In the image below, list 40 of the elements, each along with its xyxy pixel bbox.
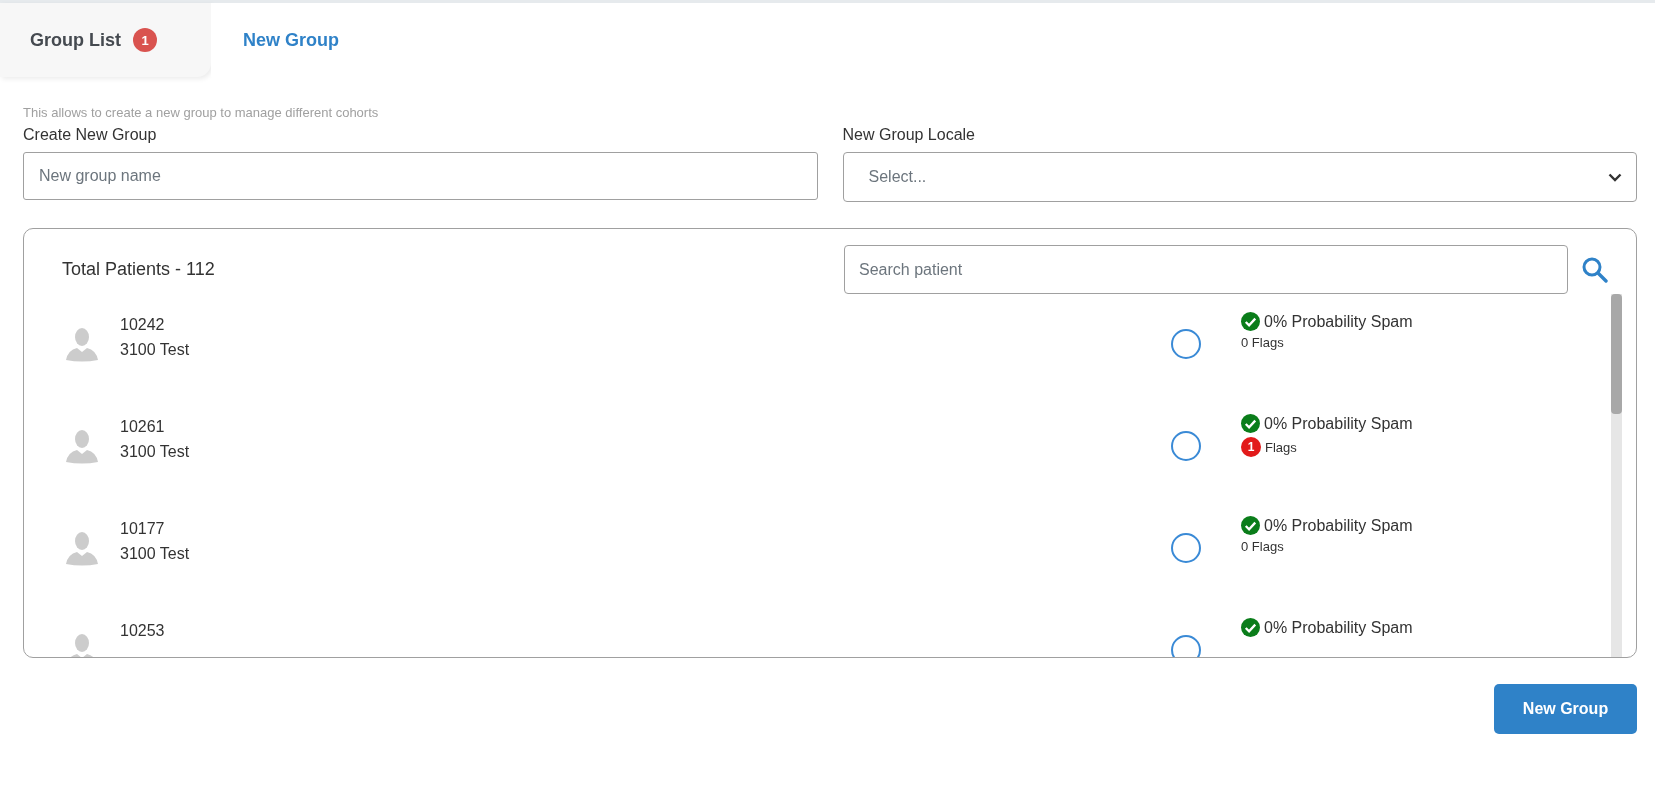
flag-count-badge: 1 [1241,437,1261,457]
search-field[interactable]: Search patient [844,245,1568,294]
flags-label: Flags [1265,439,1297,455]
radio-button[interactable] [1171,329,1201,359]
spam-probability: 0% Probability Spam [1264,516,1413,535]
radio-button[interactable] [1171,431,1201,461]
patient-name: 3100 Test [120,442,191,462]
flags-count: 0 Flags [1241,539,1284,554]
tab[interactable]: Group List 1 [0,3,211,77]
spam-probability: 0% Probability Spam [1264,618,1413,637]
total-count: Total Patients - 112 [62,259,216,280]
locale-dropdown[interactable]: Select... [842,152,1637,202]
patient-name: 3100 Test [120,340,191,360]
avatar-silhouette-icon [64,326,100,362]
check-circle-icon [1241,414,1260,433]
radio-button[interactable] [1171,533,1201,563]
radio-button[interactable] [1171,635,1201,657]
flags-count: 0 Flags [1241,335,1284,350]
patient-name: 3100 Test [120,544,191,564]
avatar-silhouette-icon [64,530,100,566]
patient-id: 10177 [120,519,166,539]
scrollbar[interactable] [1611,294,1622,657]
check-circle-icon [1241,312,1260,331]
check-circle-icon [1241,618,1260,637]
field-label: Create New Group [23,126,158,144]
spam-probability: 0% Probability Spam [1264,312,1413,331]
field-label: New Group Locale [842,126,976,144]
search-icon [1582,256,1608,283]
check-circle-icon [1241,516,1260,535]
group-name-field[interactable]: New group name [23,152,818,200]
hint-text: This allows to create a new group to manage different cohorts [23,105,380,120]
avatar-silhouette-icon [64,428,100,464]
patient-id: 10253 [120,621,166,641]
spam-probability: 0% Probability Spam [1264,414,1413,433]
chevron-down-icon [1608,172,1622,182]
patient-id: 10261 [120,417,166,437]
count-badge: 1 [133,28,157,52]
patient-id: 10242 [120,315,166,335]
scrollbar-thumb[interactable] [1611,294,1622,414]
new-group-button[interactable]: New Group [1494,684,1637,734]
